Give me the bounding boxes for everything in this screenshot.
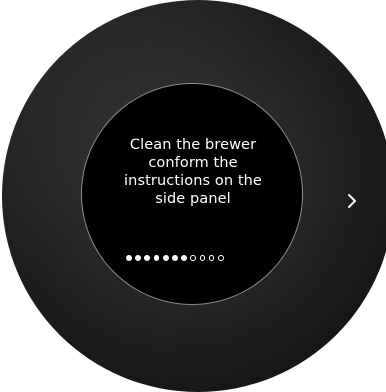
step-progress-indicator (126, 253, 276, 263)
step-dot-pending (190, 255, 197, 261)
message-line: instructions on the (124, 173, 262, 189)
step-dot-pending (217, 255, 224, 261)
message-line: conform the (148, 155, 238, 171)
step-dot-completed (135, 255, 141, 261)
step-dot-pending (199, 255, 206, 261)
step-dot-pending (208, 255, 215, 261)
step-dot-completed (162, 255, 169, 261)
instruction-message: Clean the brewer conform the instruction… (110, 136, 276, 208)
step-dot-completed (171, 255, 178, 261)
chevron-right-icon[interactable] (341, 189, 363, 213)
step-dot-completed (181, 255, 187, 261)
step-dot-completed (144, 255, 151, 261)
step-dot-completed (126, 255, 132, 261)
message-line: Clean the brewer (129, 137, 257, 153)
step-dot-completed (153, 255, 160, 261)
coffee-machine-display: Clean the brewer conform the instruction… (0, 0, 386, 392)
message-line: side panel (155, 191, 231, 207)
